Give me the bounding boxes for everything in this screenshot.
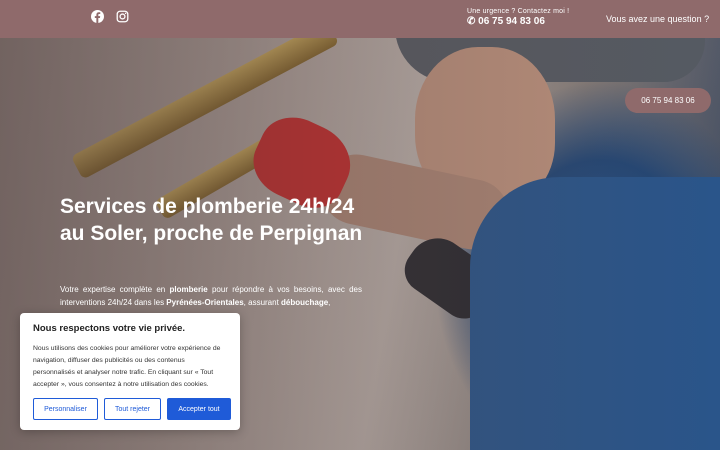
accept-all-button[interactable]: Accepter tout xyxy=(167,398,231,420)
page-title: Services de plomberie 24h/24 au Soler, p… xyxy=(60,195,363,245)
cookie-banner: Nous respectons votre vie privée. Nous u… xyxy=(20,313,240,430)
reject-all-button[interactable]: Tout rejeter xyxy=(104,398,161,420)
cookie-actions: Personnaliser Tout rejeter Accepter tout xyxy=(33,398,231,420)
desc-text-3: , assurant xyxy=(243,298,282,307)
call-button[interactable]: 06 75 94 83 06 xyxy=(625,88,711,113)
emergency-label: Une urgence ? Contactez moi ! xyxy=(467,8,570,15)
instagram-icon[interactable] xyxy=(116,10,129,23)
desc-bold-region: Pyrénées-Orientales xyxy=(166,298,244,307)
emergency-phone-link[interactable]: ✆ 06 75 94 83 06 xyxy=(467,16,569,27)
desc-text-4: , xyxy=(328,298,331,307)
desc-bold-debouchage: débouchage xyxy=(281,298,329,307)
customize-button[interactable]: Personnaliser xyxy=(33,398,98,420)
question-link[interactable]: Vous avez une question ? xyxy=(606,14,709,24)
top-bar: Une urgence ? Contactez moi ! ✆ 06 75 94… xyxy=(0,0,720,38)
desc-bold-plomberie: plomberie xyxy=(169,285,208,294)
desc-text-1: Votre expertise complète en xyxy=(60,285,170,294)
cookie-title: Nous respectons votre vie privée. xyxy=(33,323,186,334)
emergency-contact: Une urgence ? Contactez moi ! ✆ 06 75 94… xyxy=(467,8,569,27)
hero-description: Votre expertise complète en plomberie po… xyxy=(60,283,362,309)
social-links xyxy=(91,10,129,23)
facebook-icon[interactable] xyxy=(91,10,104,23)
cookie-text: Nous utilisons des cookies pour améliore… xyxy=(33,345,221,388)
